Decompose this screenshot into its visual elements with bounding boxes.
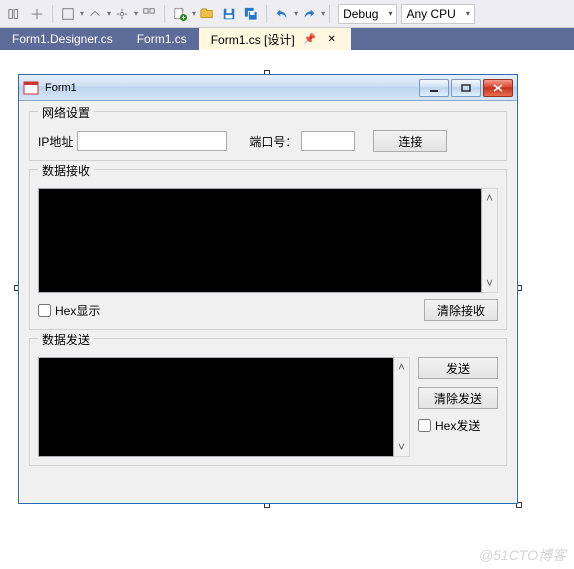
ip-input[interactable] bbox=[77, 131, 227, 151]
chevron-down-icon[interactable]: ▾ bbox=[321, 9, 325, 18]
form-icon bbox=[23, 80, 39, 96]
undo-icon[interactable] bbox=[271, 3, 293, 25]
port-input[interactable] bbox=[301, 131, 355, 151]
anchor-icon[interactable] bbox=[111, 3, 133, 25]
maximize-button[interactable] bbox=[451, 79, 481, 97]
group-network: 网络设置 IP地址 端口号： 连接 bbox=[29, 111, 507, 161]
scrollbar[interactable]: ˄˅ bbox=[394, 357, 410, 457]
chevron-down-icon: ▾ bbox=[466, 9, 470, 18]
connect-button[interactable]: 连接 bbox=[373, 130, 447, 152]
add-item-icon[interactable] bbox=[169, 3, 191, 25]
minimize-button[interactable] bbox=[419, 79, 449, 97]
open-file-icon[interactable] bbox=[196, 3, 218, 25]
ip-label: IP地址 bbox=[38, 133, 73, 150]
designed-form[interactable]: Form1 网络设置 IP地址 端口号： 连接 bbox=[18, 74, 518, 504]
snap-icon[interactable] bbox=[26, 3, 48, 25]
tab-designer-cs[interactable]: Form1.Designer.cs bbox=[0, 28, 125, 50]
designer-surface[interactable]: Form1 网络设置 IP地址 端口号： 连接 bbox=[0, 50, 574, 569]
receive-textbox[interactable] bbox=[38, 188, 482, 293]
scroll-up-icon: ˄ bbox=[486, 189, 493, 207]
group-send: 数据发送 ˄˅ 发送 清除发送 Hex发送 bbox=[29, 338, 507, 466]
watermark: @51CTO博客 bbox=[479, 545, 566, 565]
document-tabstrip: Form1.Designer.cs Form1.cs Form1.cs [设计]… bbox=[0, 28, 574, 50]
hex-send-checkbox[interactable]: Hex发送 bbox=[418, 417, 498, 434]
group-receive: 数据接收 ˄˅ Hex显示 清除接收 bbox=[29, 169, 507, 330]
scroll-down-icon: ˅ bbox=[486, 274, 493, 292]
scrollbar[interactable]: ˄˅ bbox=[482, 188, 498, 293]
pin-icon[interactable]: 📌 bbox=[303, 32, 317, 46]
tab-form-design[interactable]: Form1.cs [设计] 📌 ✕ bbox=[199, 28, 351, 50]
group-receive-legend: 数据接收 bbox=[38, 162, 94, 179]
dock-icon[interactable] bbox=[138, 3, 160, 25]
form-client-area: 网络设置 IP地址 端口号： 连接 数据接收 ˄˅ bbox=[19, 101, 517, 503]
scroll-up-icon: ˄ bbox=[398, 358, 405, 376]
clear-receive-button[interactable]: 清除接收 bbox=[424, 299, 498, 321]
close-icon[interactable]: ✕ bbox=[325, 32, 339, 46]
send-textbox[interactable] bbox=[38, 357, 394, 457]
save-all-icon[interactable] bbox=[240, 3, 262, 25]
send-button[interactable]: 发送 bbox=[418, 357, 498, 379]
group-network-legend: 网络设置 bbox=[38, 104, 94, 121]
port-label: 端口号： bbox=[249, 133, 297, 150]
titlebar[interactable]: Form1 bbox=[19, 75, 517, 101]
chevron-down-icon: ▾ bbox=[388, 9, 392, 18]
redo-icon[interactable] bbox=[298, 3, 320, 25]
tab-form-cs[interactable]: Form1.cs bbox=[125, 28, 199, 50]
ide-toolbar: ▾ ▾ ▾ ▾ ▾ ▾ Debug▾ Any CPU▾ bbox=[0, 0, 574, 28]
group-send-legend: 数据发送 bbox=[38, 331, 94, 348]
hex-show-checkbox[interactable]: Hex显示 bbox=[38, 302, 100, 319]
caret-icon[interactable] bbox=[84, 3, 106, 25]
platform-dropdown[interactable]: Any CPU▾ bbox=[401, 4, 474, 24]
clear-send-button[interactable]: 清除发送 bbox=[418, 387, 498, 409]
form-title: Form1 bbox=[45, 82, 419, 94]
close-button[interactable] bbox=[483, 79, 513, 97]
save-icon[interactable] bbox=[218, 3, 240, 25]
layout-icon[interactable] bbox=[57, 3, 79, 25]
align-icon[interactable] bbox=[4, 3, 26, 25]
scroll-down-icon: ˅ bbox=[398, 438, 405, 456]
config-dropdown[interactable]: Debug▾ bbox=[338, 4, 397, 24]
